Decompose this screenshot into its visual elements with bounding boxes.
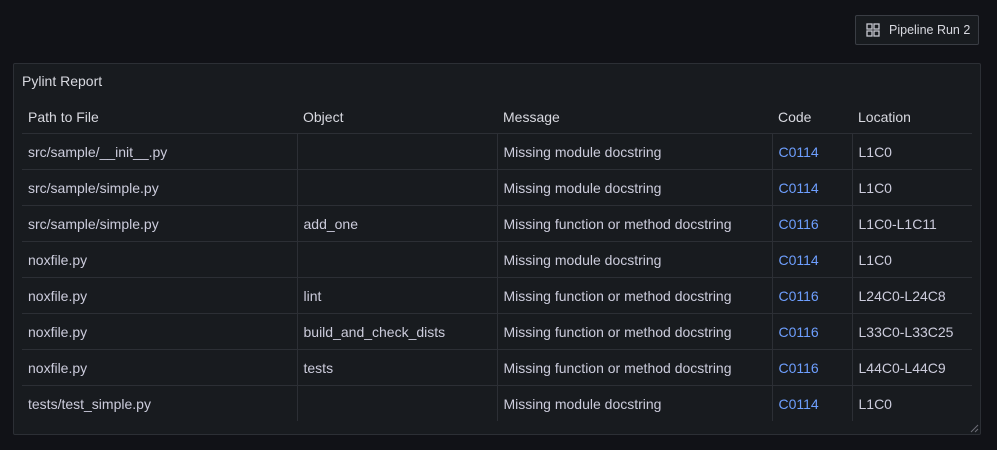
cell-path: noxfile.py	[22, 241, 298, 278]
cell-path: noxfile.py	[22, 349, 298, 386]
table-row: src/sample/__init__.py Missing module do…	[22, 133, 972, 170]
cell-object: tests	[297, 349, 498, 386]
table-row: noxfile.py Missing module docstring C011…	[22, 241, 972, 278]
cell-object: lint	[297, 277, 498, 314]
cell-object	[297, 169, 498, 206]
column-header-message[interactable]: Message	[497, 101, 772, 134]
cell-path: noxfile.py	[22, 313, 298, 350]
pipeline-run-button[interactable]: Pipeline Run 2	[855, 15, 979, 45]
cell-code-link[interactable]: C0114	[772, 385, 853, 421]
cell-object	[297, 133, 498, 170]
cell-message: Missing module docstring	[497, 169, 773, 206]
cell-location: L1C0	[852, 241, 972, 278]
cell-location: L1C0	[852, 133, 972, 170]
cell-path: noxfile.py	[22, 277, 298, 314]
column-header-path[interactable]: Path to File	[22, 101, 297, 134]
cell-object	[297, 385, 498, 421]
cell-message: Missing module docstring	[497, 133, 773, 170]
column-header-code[interactable]: Code	[772, 101, 852, 134]
report-table: Path to File Object Message Code Locatio…	[22, 101, 972, 421]
cell-object: build_and_check_dists	[297, 313, 498, 350]
table-row: src/sample/simple.py add_one Missing fun…	[22, 205, 972, 242]
cell-path: src/sample/simple.py	[22, 169, 298, 206]
cell-code-link[interactable]: C0114	[772, 241, 853, 278]
cell-message: Missing function or method docstring	[497, 313, 773, 350]
cell-location: L1C0	[852, 169, 972, 206]
cell-message: Missing function or method docstring	[497, 349, 773, 386]
cell-code-link[interactable]: C0114	[772, 133, 853, 170]
resize-handle-icon[interactable]	[969, 423, 979, 433]
table-row: src/sample/simple.py Missing module docs…	[22, 169, 972, 206]
dashboard-page: Pipeline Run 2 Pylint Report Path to Fil…	[0, 0, 997, 450]
cell-message: Missing module docstring	[497, 241, 773, 278]
cell-location: L24C0-L24C8	[852, 277, 972, 314]
table-row: tests/test_simple.py Missing module docs…	[22, 385, 972, 421]
column-header-location[interactable]: Location	[852, 101, 972, 134]
cell-object	[297, 241, 498, 278]
cell-code-link[interactable]: C0116	[772, 277, 853, 314]
pipeline-run-label: Pipeline Run 2	[889, 23, 971, 37]
grid-icon	[866, 23, 880, 37]
panel-title: Pylint Report	[22, 73, 103, 89]
cell-path: src/sample/__init__.py	[22, 133, 298, 170]
cell-location: L1C0-L1C11	[852, 205, 972, 242]
cell-location: L44C0-L44C9	[852, 349, 972, 386]
cell-object: add_one	[297, 205, 498, 242]
cell-code-link[interactable]: C0116	[772, 205, 853, 242]
cell-location: L1C0	[858, 395, 892, 412]
table-row: noxfile.py lint Missing function or meth…	[22, 277, 972, 314]
cell-code-link[interactable]: C0116	[772, 349, 853, 386]
table-header-row: Path to File Object Message Code Locatio…	[22, 101, 972, 134]
cell-path: tests/test_simple.py	[22, 385, 298, 421]
cell-message: Missing module docstring	[497, 385, 773, 421]
cell-code-link[interactable]: C0116	[772, 313, 853, 350]
cell-message: Missing function or method docstring	[497, 277, 773, 314]
cell-code-link[interactable]: C0114	[772, 169, 853, 206]
table-row: noxfile.py build_and_check_dists Missing…	[22, 313, 972, 350]
cell-path: src/sample/simple.py	[22, 205, 298, 242]
cell-location: L33C0-L33C25	[852, 313, 972, 350]
cell-message: Missing function or method docstring	[497, 205, 773, 242]
table-row: noxfile.py tests Missing function or met…	[22, 349, 972, 386]
column-header-object[interactable]: Object	[297, 101, 497, 134]
pylint-report-panel: Pylint Report Path to File Object Messag…	[13, 63, 981, 435]
